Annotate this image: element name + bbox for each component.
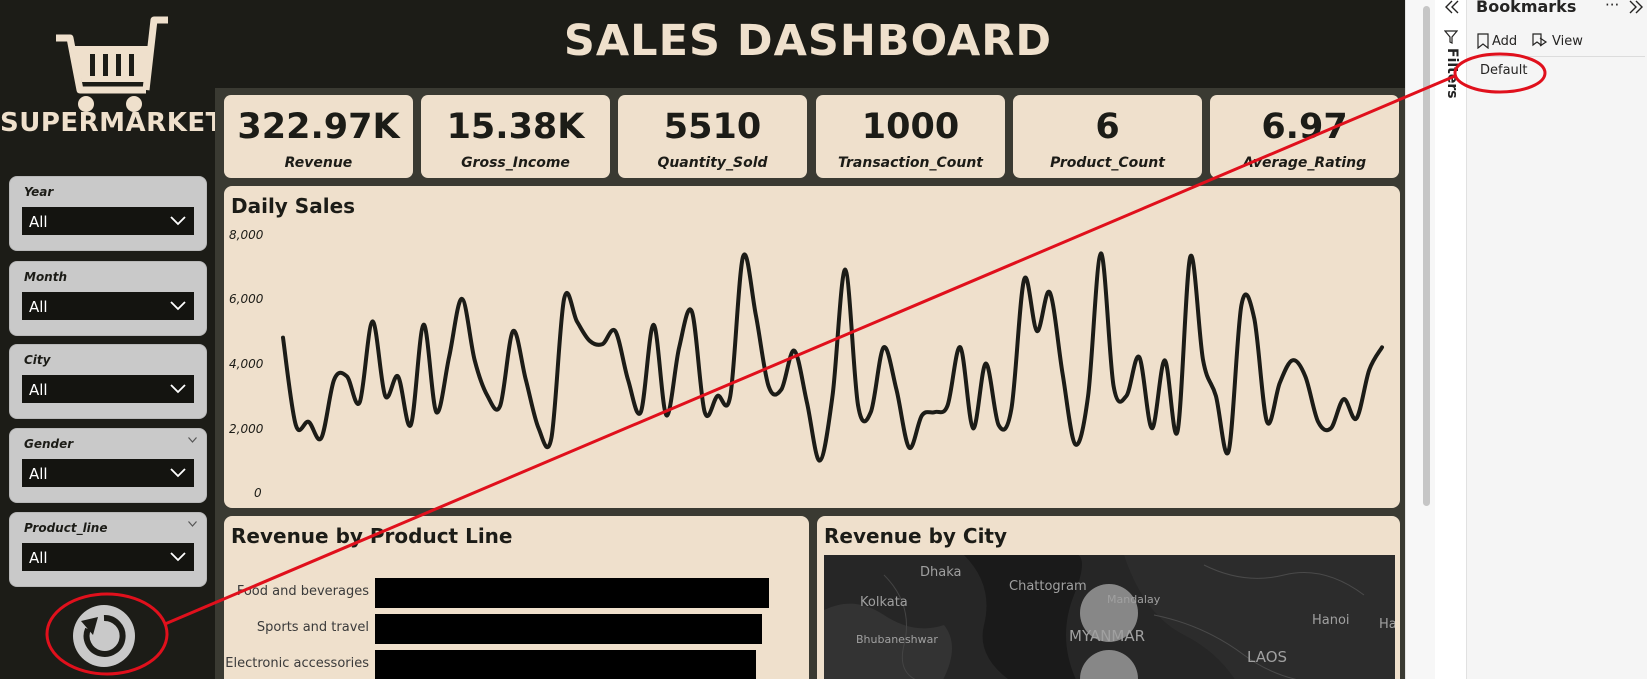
kpi-value: 1000: [861, 107, 960, 147]
slicer-month: Month All: [9, 261, 207, 336]
kpi-value: 6.97: [1261, 107, 1348, 147]
kpi-label: Quantity_Sold: [657, 155, 768, 171]
month-dropdown[interactable]: All: [22, 292, 194, 320]
kpi-label: Revenue: [284, 155, 353, 171]
dropdown-value: All: [29, 381, 48, 399]
daily-sales-line-chart: [281, 251, 1384, 463]
product-line-chart-title: Revenue by Product Line: [231, 524, 513, 548]
kpi-label: Product_Count: [1050, 155, 1165, 171]
dropdown-value: All: [29, 549, 48, 567]
revenue-by-product-line-card: Revenue by Product Line Food and beverag…: [224, 516, 809, 679]
kpi-card-average-rating: 6.97 Average_Rating: [1210, 95, 1399, 178]
kpi-value: 322.97K: [237, 107, 400, 147]
collapse-chevron-icon[interactable]: [188, 521, 197, 527]
slicer-label: City: [24, 353, 51, 367]
product-line-bar[interactable]: [375, 614, 762, 644]
kpi-card-product-count: 6 Product_Count: [1013, 95, 1202, 178]
map-terrain: [824, 555, 1395, 679]
bookmarks-pane: Bookmarks ··· Add View Default: [1467, 0, 1647, 679]
map-label: Ha: [1379, 617, 1395, 632]
reset-filters-icon[interactable]: [71, 603, 137, 669]
slicer-year: Year All: [9, 176, 207, 251]
daily-sales-line: [281, 251, 1384, 463]
slicer-label: Month: [24, 270, 68, 284]
map-label: Bhubaneshwar: [856, 633, 938, 646]
chevron-down-icon: [170, 552, 186, 562]
kpi-label: Transaction_Count: [837, 155, 983, 171]
map-label: Chattogram: [1009, 579, 1087, 594]
daily-sales-card: Daily Sales 8,000 6,000 4,000 2,000 0: [224, 186, 1400, 508]
bar-label: Electronic accessories: [225, 656, 369, 671]
dropdown-value: All: [29, 465, 48, 483]
dropdown-value: All: [29, 213, 48, 231]
chevron-down-icon: [170, 301, 186, 311]
expand-filters-icon[interactable]: [1443, 0, 1461, 14]
gender-dropdown[interactable]: All: [22, 459, 194, 487]
product-line-bar[interactable]: [375, 650, 757, 679]
kpi-card-revenue: 322.97K Revenue: [224, 95, 413, 178]
chevron-down-icon: [170, 384, 186, 394]
revenue-by-city-card: Revenue by City Dhaka Chattogram Kolkata…: [817, 516, 1400, 679]
product-line-bar[interactable]: [375, 578, 769, 608]
pane-divider: [1475, 56, 1645, 57]
kpi-value: 5510: [663, 107, 762, 147]
filters-pane-collapsed: [1435, 0, 1467, 679]
product-line-dropdown[interactable]: All: [22, 543, 194, 571]
kpi-label: Gross_Income: [461, 155, 570, 171]
report-scrollbar[interactable]: [1405, 0, 1435, 679]
bar-label: Sports and travel: [256, 620, 369, 635]
city-dropdown[interactable]: All: [22, 375, 194, 403]
map-label: Kolkata: [860, 595, 908, 610]
slicer-label: Gender: [24, 437, 74, 451]
scrollbar-thumb[interactable]: [1423, 6, 1430, 506]
slicer-city: City All: [9, 344, 207, 419]
map-label: Dhaka: [920, 565, 962, 580]
city-bubble[interactable]: [1080, 650, 1138, 679]
chevron-down-icon: [170, 216, 186, 226]
map-label: Hanoi: [1312, 613, 1350, 628]
collapse-chevron-icon[interactable]: [188, 437, 197, 443]
slicer-label: Product_line: [24, 521, 108, 535]
kpi-card-quantity-sold: 5510 Quantity_Sold: [618, 95, 807, 178]
dropdown-value: All: [29, 298, 48, 316]
filter-funnel-icon: [1444, 30, 1458, 44]
chevron-down-icon: [170, 468, 186, 478]
shopping-cart-icon: [56, 16, 168, 112]
add-bookmark-icon: [1477, 33, 1489, 49]
add-bookmark-button[interactable]: Add: [1492, 34, 1517, 49]
city-map[interactable]: Dhaka Chattogram Kolkata Mandalay MYANMA…: [824, 555, 1395, 679]
bookmark-item-default[interactable]: Default: [1480, 63, 1528, 78]
kpi-value: 15.38K: [446, 107, 585, 147]
slicer-gender: Gender All: [9, 428, 207, 503]
year-dropdown[interactable]: All: [22, 207, 194, 235]
brand-name: SUPERMARKET: [0, 108, 224, 138]
bookmarks-title: Bookmarks: [1476, 0, 1577, 16]
slicer-product-line: Product_line All: [9, 512, 207, 587]
view-bookmark-button[interactable]: View: [1552, 34, 1583, 49]
more-options-icon[interactable]: ···: [1605, 0, 1619, 14]
dashboard-title: SALES DASHBOARD: [563, 16, 1053, 66]
bar-label: Food and beverages: [236, 584, 369, 599]
kpi-value: 6: [1095, 107, 1120, 147]
map-label: Mandalay: [1107, 593, 1161, 606]
kpi-card-transaction-count: 1000 Transaction_Count: [816, 95, 1005, 178]
kpi-label: Average_Rating: [1242, 155, 1367, 171]
kpi-card-gross-income: 15.38K Gross_Income: [421, 95, 610, 178]
collapse-pane-icon[interactable]: [1628, 0, 1644, 14]
slicer-label: Year: [24, 185, 54, 199]
filters-label[interactable]: Filters: [1444, 48, 1460, 99]
city-chart-title: Revenue by City: [824, 524, 1008, 548]
map-label: LAOS: [1247, 648, 1288, 666]
view-bookmark-icon: [1532, 33, 1548, 47]
map-label: MYANMAR: [1069, 627, 1146, 645]
